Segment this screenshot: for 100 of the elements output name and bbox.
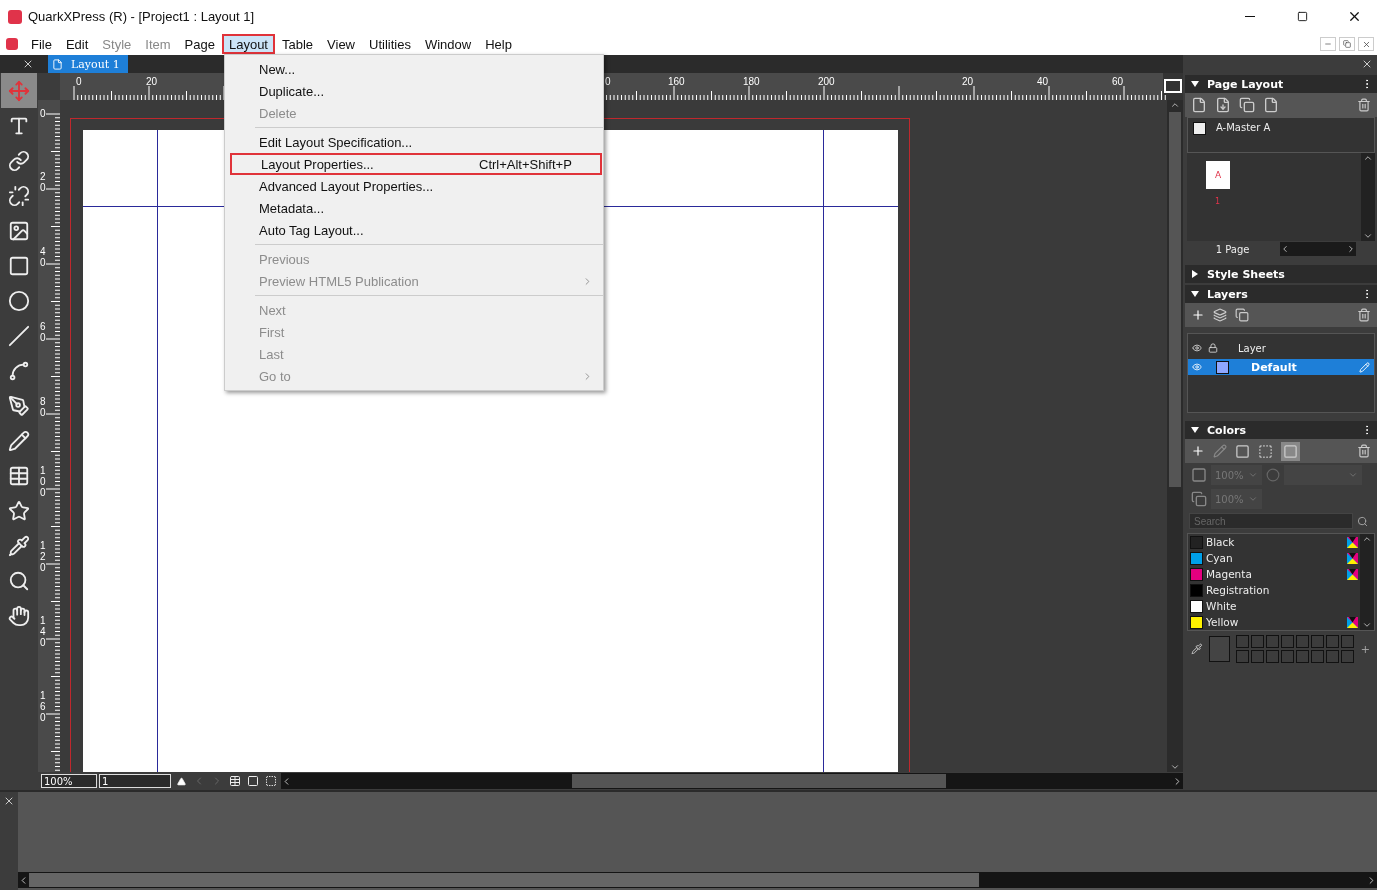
app-icon <box>8 9 22 24</box>
page-count: 1 Page <box>1214 243 1251 255</box>
menu-item[interactable]: Edit <box>58 34 96 54</box>
ruler-label: 160 <box>668 77 685 87</box>
scroll-down-icon <box>1362 620 1372 630</box>
panel-title: Colors <box>1207 423 1247 437</box>
minimize-icon <box>1245 16 1255 17</box>
menu-option[interactable]: Duplicate... <box>225 80 603 102</box>
restore-icon <box>1343 40 1351 48</box>
pencil-icon <box>1359 361 1370 373</box>
color-name: Cyan <box>1206 552 1234 564</box>
color-row[interactable]: Magenta <box>1188 566 1360 582</box>
menu-item[interactable]: View <box>320 34 362 54</box>
menu-item[interactable]: Table <box>275 34 321 54</box>
panel-title: Style Sheets <box>1207 267 1286 281</box>
ruler-label: 140 <box>40 615 47 648</box>
color-row[interactable]: White <box>1188 598 1360 614</box>
window-title: QuarkXPress (R) - [Project1 : Layout 1] <box>28 9 256 24</box>
scroll-up-icon <box>1170 100 1180 110</box>
close-icon <box>22 58 34 70</box>
ruler-label: 180 <box>743 77 760 87</box>
scroll-down-icon <box>1363 231 1373 241</box>
menu-item[interactable]: Page <box>177 34 222 54</box>
color-row[interactable]: Cyan <box>1188 550 1360 566</box>
restore-button[interactable] <box>1339 37 1355 51</box>
ruler-label: 80 <box>40 396 47 418</box>
color-name: Registration <box>1206 584 1271 596</box>
panel-header[interactable]: Colors <box>1185 421 1377 439</box>
frame-icon <box>1235 443 1250 459</box>
color-row[interactable]: Registration <box>1188 582 1360 598</box>
close-button[interactable] <box>1358 37 1374 51</box>
menu-option[interactable]: Advanced Layout Properties... <box>225 175 603 197</box>
document-icon <box>6 38 18 50</box>
menu-option[interactable]: Metadata... <box>225 197 603 219</box>
menu-item[interactable]: Window <box>417 34 479 54</box>
rectangle-icon <box>8 254 30 277</box>
layers-icon <box>1213 308 1227 322</box>
close-icon <box>1361 58 1373 70</box>
search-icon <box>8 569 30 592</box>
ruler-label: 20 <box>962 77 974 87</box>
panel-title: Layers <box>1207 287 1249 301</box>
square-icon <box>247 775 259 787</box>
menu-option[interactable]: New... <box>225 58 603 80</box>
column-header: Layer <box>1238 342 1266 354</box>
page-field[interactable]: 1 <box>99 774 171 788</box>
square-icon <box>1283 443 1298 459</box>
scroll-up-icon <box>1362 534 1372 544</box>
page-scrollbar[interactable] <box>1280 242 1356 256</box>
ruler-label: 120 <box>40 540 47 573</box>
eyedropper-icon <box>8 534 30 557</box>
ruler-label: 160 <box>40 690 47 723</box>
plus-icon <box>1191 308 1205 322</box>
color-row[interactable]: Yellow <box>1188 614 1360 630</box>
shortcut-text: Ctrl+Alt+Shift+P <box>479 156 572 172</box>
ruler-label: 0 <box>40 108 47 119</box>
menu-option[interactable]: Auto Tag Layout... <box>225 219 603 241</box>
menu-option[interactable]: Edit Layout Specification... <box>225 131 603 153</box>
eyedropper-icon <box>1191 642 1203 656</box>
hand-icon <box>8 604 30 627</box>
page-number: 1 <box>1215 197 1221 206</box>
layer-name: Default <box>1251 360 1298 374</box>
plus-icon <box>1191 444 1205 458</box>
scroll-right-icon <box>1346 244 1356 254</box>
horizontal-scrollbar[interactable] <box>18 872 1377 888</box>
ellipse-icon <box>8 289 30 312</box>
menu-item[interactable]: File <box>24 34 59 54</box>
master-page-name[interactable]: A-Master A <box>1216 122 1271 133</box>
scroll-up-icon <box>1363 153 1373 163</box>
layout-tab[interactable]: Layout 1 <box>48 55 128 73</box>
zoom-field[interactable]: 100% <box>41 774 97 788</box>
split-view-button[interactable] <box>227 773 243 789</box>
vertical-split-button[interactable] <box>263 773 279 789</box>
menu-item[interactable]: Layout <box>221 34 275 54</box>
text-color-button[interactable] <box>1281 441 1300 461</box>
chain-link-icon <box>8 149 30 172</box>
ruler-label: 0 <box>76 77 82 87</box>
ruler-label: 40 <box>1037 77 1049 87</box>
trash-icon <box>1357 444 1371 458</box>
panel-header[interactable]: Layers <box>1185 285 1377 303</box>
search-field[interactable]: Search <box>1189 513 1353 529</box>
color-preview <box>1208 636 1231 662</box>
star-icon <box>8 499 30 522</box>
layer-row[interactable]: Default <box>1188 359 1374 375</box>
menu-option[interactable]: Layout Properties... Ctrl+Alt+Shift+P <box>230 153 602 175</box>
ruler-label: 60 <box>1112 77 1124 87</box>
menu-item[interactable]: Help <box>478 34 519 54</box>
panel-header[interactable]: Style Sheets <box>1185 265 1377 283</box>
close-icon <box>1361 39 1371 49</box>
grid-icon <box>229 775 241 787</box>
chevron-down-icon <box>1247 470 1258 480</box>
trash-icon <box>1357 308 1371 322</box>
horizontal-scrollbar[interactable] <box>281 773 1183 789</box>
menu-item[interactable]: Utilities <box>362 34 418 54</box>
panel-header[interactable]: Page Layout <box>1185 75 1377 93</box>
vertical-scrollbar[interactable] <box>1167 100 1183 772</box>
lock-icon <box>1208 343 1218 353</box>
page-icon <box>52 58 63 70</box>
horizontal-split-button[interactable] <box>245 773 261 789</box>
page-thumbnail[interactable]: A <box>1206 161 1230 189</box>
color-row[interactable]: Black <box>1188 534 1360 550</box>
